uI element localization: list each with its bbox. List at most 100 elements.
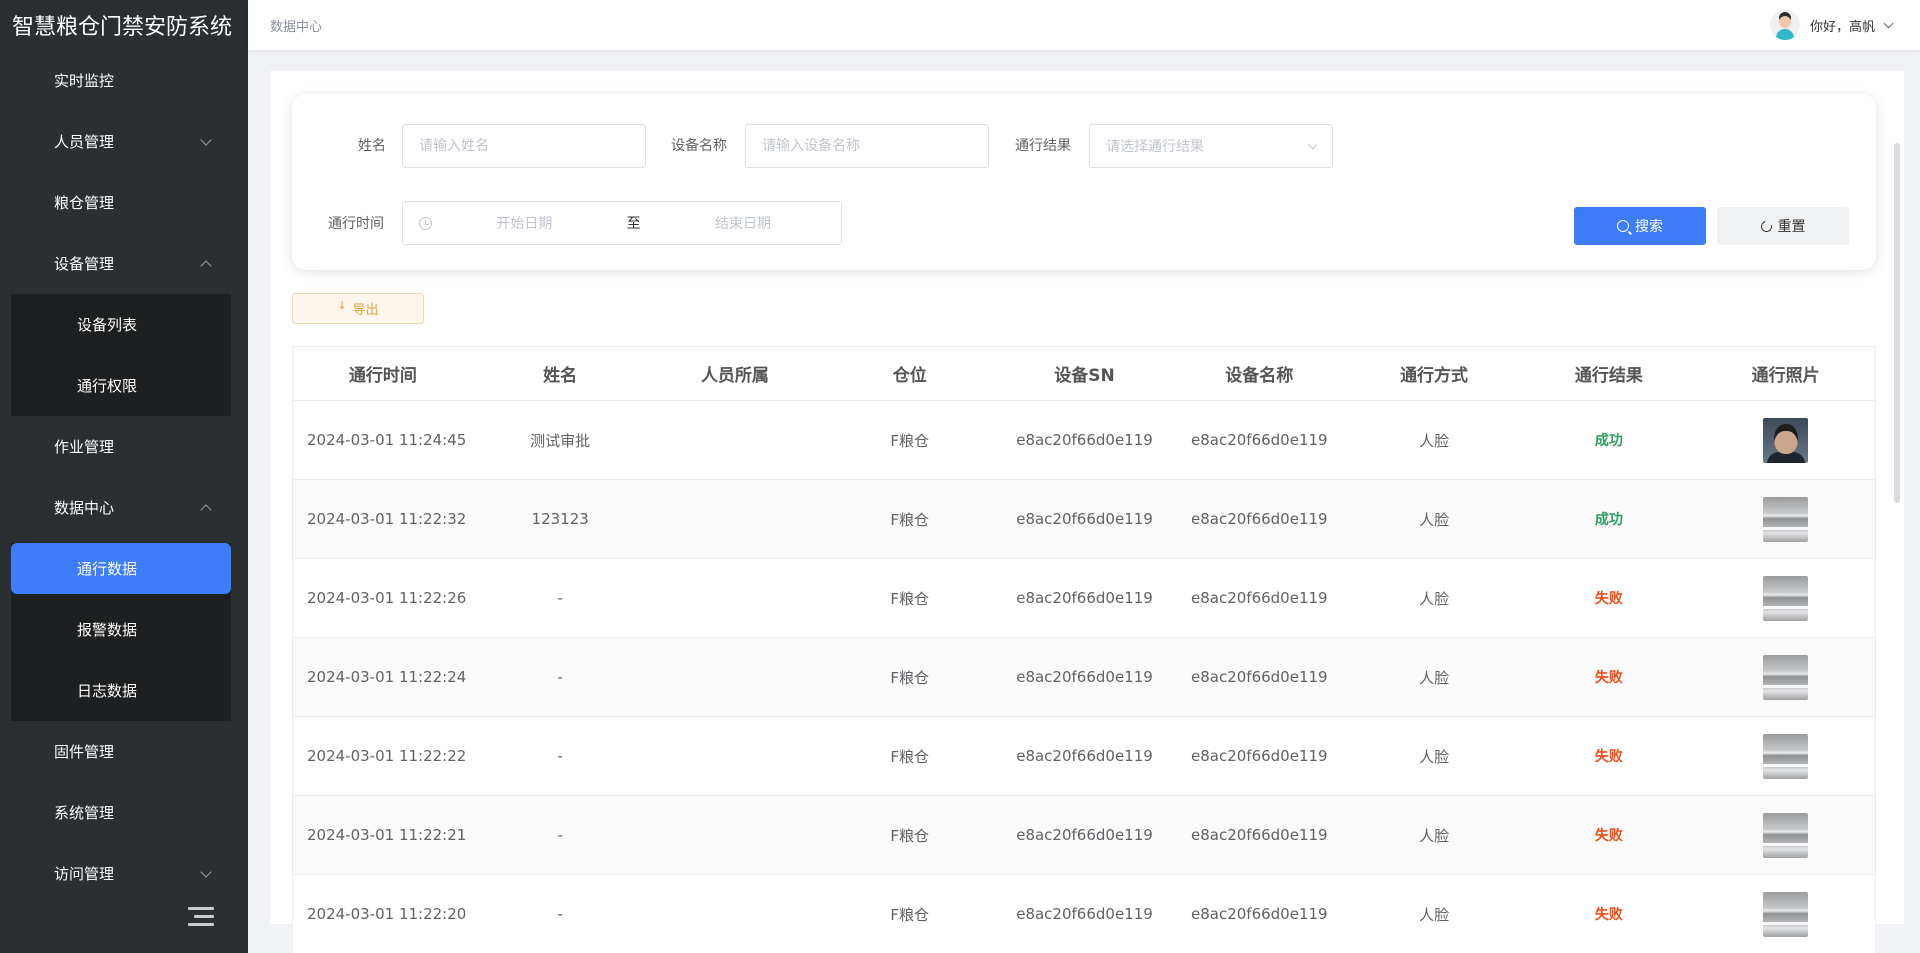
- column-header: 通行方式: [1400, 366, 1469, 386]
- cell-sn: e8ac20f66d0e119: [1016, 826, 1153, 844]
- cell-result: 失败: [1521, 875, 1696, 953]
- cell-time: 2024-03-01 11:24:45: [307, 431, 467, 449]
- table-row[interactable]: 2024-03-01 11:24:45 测试审批 F粮仓 e8ac20f66d0e11…: [293, 401, 1875, 480]
- status-badge: 失败: [1594, 591, 1623, 607]
- device-name-input[interactable]: [762, 138, 988, 154]
- status-badge: 失败: [1594, 907, 1623, 923]
- cell-result: 失败: [1521, 638, 1696, 716]
- sidebar-submenu: 通行数据 报警数据 日志数据: [11, 543, 231, 721]
- cell-method: 人脸: [1419, 826, 1450, 845]
- result-label: 通行结果: [1015, 138, 1071, 154]
- sidebar-item-label: 访问管理: [54, 865, 115, 883]
- scrollbar[interactable]: [1894, 143, 1900, 503]
- column-header: 仓位: [892, 366, 927, 386]
- photo-thumbnail[interactable]: [1763, 575, 1809, 621]
- cell-photo: [1696, 638, 1875, 716]
- cell-org: [648, 796, 823, 874]
- sidebar-item[interactable]: 实时监控: [0, 50, 248, 111]
- table-row[interactable]: 2024-03-01 11:22:24 - F粮仓 e8ac20f66d0e119 e8…: [293, 638, 1875, 717]
- cell-time: 2024-03-01 11:22:26: [307, 589, 467, 607]
- sidebar-item[interactable]: 固件管理: [0, 721, 248, 782]
- photo-thumbnail[interactable]: [1763, 654, 1809, 700]
- user-menu[interactable]: 你好，高帆: [1769, 10, 1894, 40]
- sidebar-subitem[interactable]: 通行数据: [11, 543, 231, 594]
- menu-fold-icon[interactable]: [188, 907, 214, 929]
- cell-sn: e8ac20f66d0e119: [1016, 747, 1153, 765]
- cell-photo: [1696, 559, 1875, 637]
- cell-sn: e8ac20f66d0e119: [1016, 589, 1153, 607]
- table-row[interactable]: 2024-03-01 11:22:22 - F粮仓 e8ac20f66d0e119 e8…: [293, 717, 1875, 796]
- sidebar-item[interactable]: 数据中心: [0, 477, 248, 538]
- table-row[interactable]: 2024-03-01 11:22:26 - F粮仓 e8ac20f66d0e119 e8…: [293, 559, 1875, 638]
- cell-device: e8ac20f66d0e119: [1191, 905, 1328, 923]
- sidebar-item[interactable]: 系统管理: [0, 782, 248, 843]
- cell-time: 2024-03-01 11:22:21: [307, 826, 467, 844]
- photo-thumbnail[interactable]: [1763, 812, 1809, 858]
- end-date[interactable]: 结束日期: [715, 213, 771, 233]
- breadcrumb: 数据中心: [270, 19, 323, 35]
- chevron-up-icon: [200, 503, 212, 516]
- sidebar-item-label: 设备管理: [54, 255, 115, 273]
- cell-bin: F粮仓: [890, 747, 930, 766]
- chevron-down-icon: [1883, 18, 1894, 28]
- cell-method: 人脸: [1419, 431, 1450, 450]
- download-icon: [337, 299, 346, 314]
- sidebar-item[interactable]: 设备管理: [0, 233, 248, 294]
- sidebar-item[interactable]: 人员管理: [0, 111, 248, 172]
- cell-sn: e8ac20f66d0e119: [1016, 431, 1153, 449]
- name-input[interactable]: [419, 138, 645, 154]
- cell-name: -: [557, 589, 563, 607]
- sidebar-subitem[interactable]: 报警数据: [11, 599, 231, 660]
- cell-photo: [1696, 875, 1875, 953]
- time-label: 通行时间: [328, 216, 384, 232]
- sidebar-menu: 实时监控人员管理 粮仓管理设备管理设备列表 通行权限 作业管理数据中心通行数据 报警数据…: [0, 50, 248, 904]
- sidebar-item-label: 实时监控: [54, 72, 115, 90]
- column-header: 通行照片: [1751, 366, 1820, 386]
- table-row[interactable]: 2024-03-01 11:22:20 - F粮仓 e8ac20f66d0e119 e8…: [293, 875, 1875, 953]
- name-input-wrapper: [402, 124, 646, 168]
- cell-bin: F粮仓: [890, 589, 930, 608]
- search-button[interactable]: 搜索: [1574, 207, 1706, 245]
- reset-button[interactable]: 重置: [1717, 207, 1849, 245]
- date-range-picker[interactable]: 开始日期 至 结束日期: [402, 201, 842, 245]
- status-badge: 失败: [1594, 749, 1623, 765]
- sidebar-submenu: 设备列表 通行权限: [11, 294, 231, 416]
- table-body: 2024-03-01 11:24:45 测试审批 F粮仓 e8ac20f66d0e11…: [293, 401, 1875, 953]
- cell-method: 人脸: [1419, 747, 1450, 766]
- cell-result: 失败: [1521, 717, 1696, 795]
- cell-device: e8ac20f66d0e119: [1191, 510, 1328, 528]
- chevron-down-icon: [200, 865, 212, 878]
- avatar: [1769, 10, 1800, 40]
- photo-thumbnail[interactable]: [1763, 417, 1809, 463]
- cell-name: 123123: [531, 510, 589, 528]
- cell-org: [648, 875, 823, 953]
- table-row[interactable]: 2024-03-01 11:22:21 - F粮仓 e8ac20f66d0e119 e8…: [293, 796, 1875, 875]
- sidebar-item[interactable]: 作业管理: [0, 416, 248, 477]
- cell-device: e8ac20f66d0e119: [1191, 589, 1328, 607]
- cell-method: 人脸: [1419, 589, 1450, 608]
- start-date[interactable]: 开始日期: [496, 213, 552, 233]
- result-select[interactable]: 请选择通行结果: [1089, 124, 1333, 168]
- sidebar-subitem[interactable]: 日志数据: [11, 660, 231, 721]
- status-badge: 成功: [1594, 433, 1623, 449]
- cell-device: e8ac20f66d0e119: [1191, 826, 1328, 844]
- table-row[interactable]: 2024-03-01 11:22:32 123123 F粮仓 e8ac20f66d0e…: [293, 480, 1875, 559]
- export-button[interactable]: 导出: [292, 293, 424, 324]
- sidebar-subitem[interactable]: 通行权限: [11, 355, 231, 416]
- cell-org: [648, 717, 823, 795]
- photo-thumbnail[interactable]: [1763, 733, 1809, 779]
- cell-bin: F粮仓: [890, 905, 930, 924]
- column-header: 设备SN: [1054, 366, 1115, 386]
- sidebar-item[interactable]: 访问管理: [0, 843, 248, 904]
- cell-device: e8ac20f66d0e119: [1191, 747, 1328, 765]
- clock-icon: [419, 216, 432, 230]
- cell-sn: e8ac20f66d0e119: [1016, 668, 1153, 686]
- sidebar-subitem[interactable]: 设备列表: [11, 294, 231, 355]
- photo-thumbnail[interactable]: [1763, 891, 1809, 937]
- column-header: 通行时间: [348, 366, 417, 386]
- refresh-icon: [1758, 218, 1774, 234]
- cell-org: [648, 480, 823, 558]
- sidebar-item-label: 数据中心: [54, 499, 115, 517]
- sidebar-item[interactable]: 粮仓管理: [0, 172, 248, 233]
- photo-thumbnail[interactable]: [1763, 496, 1809, 542]
